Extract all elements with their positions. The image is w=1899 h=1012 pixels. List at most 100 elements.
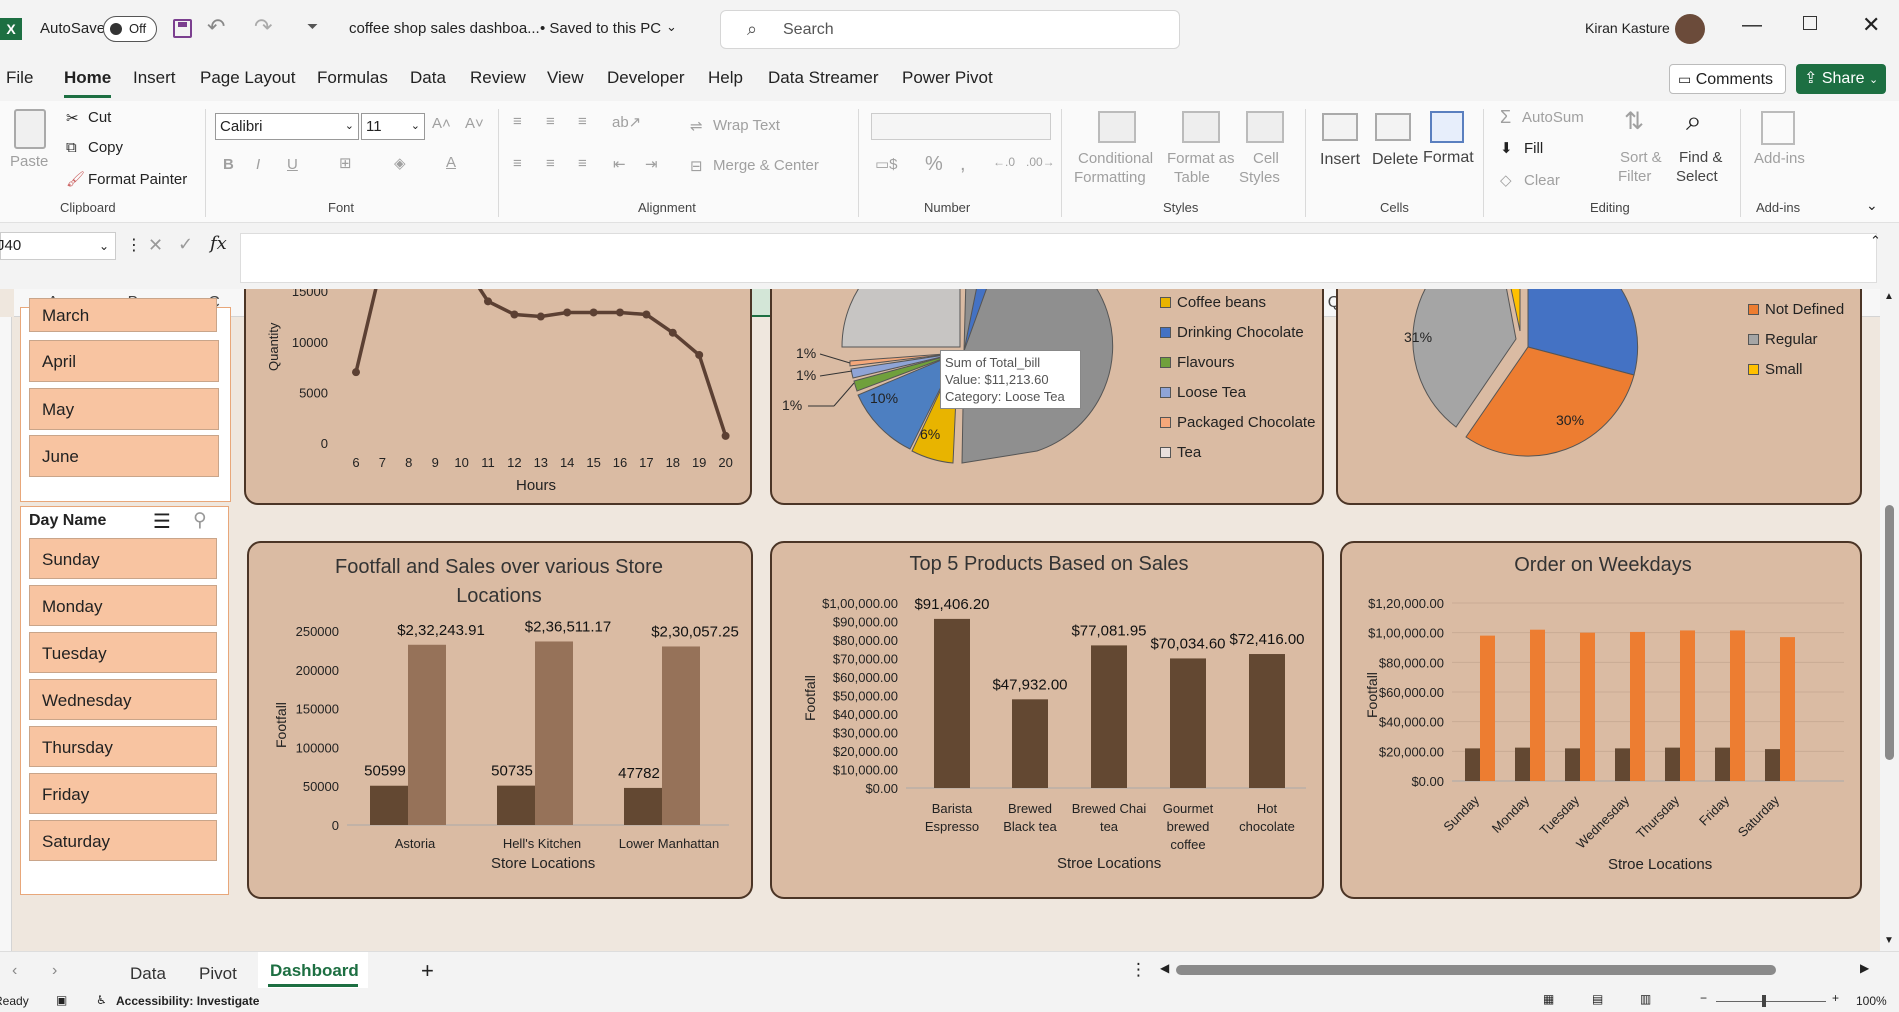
zoom-out-icon[interactable]: − [1700,991,1707,1005]
slicer-item-saturday[interactable]: Saturday [29,820,217,861]
slicer-item-march[interactable]: March [29,298,217,332]
save-status[interactable]: • Saved to this PC [540,20,661,37]
format-cells-icon[interactable] [1430,111,1464,143]
conditional-formatting-button[interactable]: Conditional [1078,150,1153,167]
align-top-icon[interactable]: ≡ [513,113,522,130]
format-as-table-button[interactable]: Format as [1167,150,1235,167]
collapse-ribbon-icon[interactable]: ⌄ [1866,197,1878,214]
scroll-down-icon[interactable]: ▼ [1884,935,1894,946]
size-pie-panel[interactable]: 31% 30% LargeNot DefinedRegularSmall [1336,289,1862,505]
paste-button[interactable]: Paste [10,153,48,170]
font-name-select[interactable]: Calibri ⌄ [215,113,359,140]
weekday-chart-panel[interactable]: Order on Weekdays Footfall $1,20,000.00 $… [1340,541,1862,899]
delete-cells-icon[interactable] [1375,113,1411,141]
slicer-item-sunday[interactable]: Sunday [29,538,217,579]
search-box[interactable]: ⌕ Search [720,10,1180,49]
menu-home[interactable]: Home [64,68,111,88]
customize-qat-icon[interactable]: ⏷ [307,18,318,35]
sheet-tab-pivot[interactable]: Pivot [199,964,237,984]
clear-button[interactable]: Clear [1524,172,1560,189]
number-format-select[interactable] [871,113,1051,140]
worksheet-grid[interactable]: ABCDEFGHIJKLMNOPQRSTUVW March April May … [0,289,1899,951]
month-slicer[interactable]: March April May June [20,298,231,502]
conditional-formatting-icon[interactable] [1098,111,1136,143]
expand-formula-icon[interactable]: ⌃ [1870,233,1881,249]
cut-icon[interactable]: ✂ [66,109,79,127]
insert-cells-icon[interactable] [1322,113,1358,141]
percent-icon[interactable]: % [925,153,943,176]
menu-formulas[interactable]: Formulas [317,68,388,88]
format-as-table-icon[interactable] [1182,111,1220,143]
chevron-down-icon[interactable]: ⌄ [666,19,677,35]
cell-styles-icon[interactable] [1246,111,1284,143]
format-painter-button[interactable]: Format Painter [88,171,187,188]
menu-file[interactable]: File [6,68,33,88]
footfall-chart-panel[interactable]: Footfall and Sales over various Store Lo… [247,541,753,899]
insert-function-button[interactable]: fx [210,233,227,254]
fill-icon[interactable]: ⬇ [1500,139,1513,157]
formula-input[interactable] [240,233,1877,283]
align-middle-icon[interactable]: ≡ [546,113,555,130]
increase-decimal-icon[interactable]: ←.0 [993,155,1015,169]
name-box[interactable]: J40 ⌄ [0,232,116,260]
font-size-select[interactable]: 11 ⌄ [361,113,425,140]
addins-button[interactable]: Add-ins [1754,150,1805,167]
accounting-icon[interactable]: ▭$ [875,155,898,173]
slicer-item-friday[interactable]: Friday [29,773,217,814]
borders-icon[interactable]: ⊞ [339,154,352,172]
copy-button[interactable]: Copy [88,139,123,156]
paste-icon[interactable] [14,109,46,149]
fill-color-icon[interactable]: ◈ [394,154,406,172]
slicer-item-june[interactable]: June [29,435,219,477]
scroll-up-icon[interactable]: ▲ [1884,291,1894,302]
menu-data-streamer[interactable]: Data Streamer [768,68,879,88]
accessibility-status[interactable]: Accessibility: Investigate [116,994,259,1008]
decrease-font-icon[interactable]: A˅ [465,115,484,132]
find-select-button[interactable]: Find & [1679,149,1722,166]
sort-filter-button[interactable]: Sort & [1620,149,1662,166]
zoom-level[interactable]: 100% [1856,994,1887,1008]
vertical-scroll-thumb[interactable] [1885,505,1894,760]
autosum-button[interactable]: AutoSum [1522,109,1584,126]
menu-developer[interactable]: Developer [607,68,685,88]
format-painter-icon[interactable]: 🖌 [66,170,85,188]
italic-button[interactable]: I [256,156,260,173]
decrease-indent-icon[interactable]: ⇤ [613,155,626,173]
multi-select-icon[interactable]: ☰ [153,509,171,534]
page-break-view-icon[interactable]: ▥ [1640,992,1651,1006]
slicer-item-monday[interactable]: Monday [29,585,217,626]
clear-icon[interactable]: ◇ [1500,171,1512,189]
copy-icon[interactable]: ⧉ [66,139,77,156]
share-button[interactable]: ⇪ Share ⌄ [1796,64,1886,94]
menu-page-layout[interactable]: Page Layout [200,68,295,88]
zoom-slider[interactable] [1716,1001,1826,1002]
slicer-item-wednesday[interactable]: Wednesday [29,679,217,720]
close-icon[interactable]: ✕ [1862,12,1880,38]
save-icon[interactable] [173,19,192,38]
autosave-toggle[interactable]: Off [103,16,157,42]
avatar[interactable] [1675,14,1705,44]
merge-center-icon[interactable]: ⊟ [690,157,703,175]
comma-icon[interactable]: , [960,153,966,176]
hscroll-left-icon[interactable]: ◀ [1160,961,1169,975]
undo-icon[interactable]: ↶ [207,14,225,40]
format-cells-button[interactable]: Format [1423,149,1474,167]
align-bottom-icon[interactable]: ≡ [578,113,587,130]
macro-record-icon[interactable]: ▣ [56,993,67,1007]
slicer-item-april[interactable]: April [29,340,219,382]
cancel-entry-icon[interactable]: ✕ [148,235,163,256]
scroll-right-icon[interactable]: › [52,962,57,980]
clear-filter-icon[interactable]: ⚲ [193,509,207,532]
find-select-icon[interactable]: ⌕ [1686,105,1702,138]
align-center-icon[interactable]: ≡ [546,155,555,172]
menu-power-pivot[interactable]: Power Pivot [902,68,993,88]
slicer-item-tuesday[interactable]: Tuesday [29,632,217,673]
increase-font-icon[interactable]: A˄ [432,115,451,132]
menu-help[interactable]: Help [708,68,743,88]
minimize-icon[interactable]: — [1742,14,1762,37]
add-sheet-icon[interactable]: + [421,958,434,984]
normal-view-icon[interactable]: ▦ [1543,992,1554,1006]
cut-button[interactable]: Cut [88,109,111,126]
document-title[interactable]: coffee shop sales dashboa... [349,20,540,37]
sort-filter-icon[interactable]: ⇅ [1624,107,1644,136]
